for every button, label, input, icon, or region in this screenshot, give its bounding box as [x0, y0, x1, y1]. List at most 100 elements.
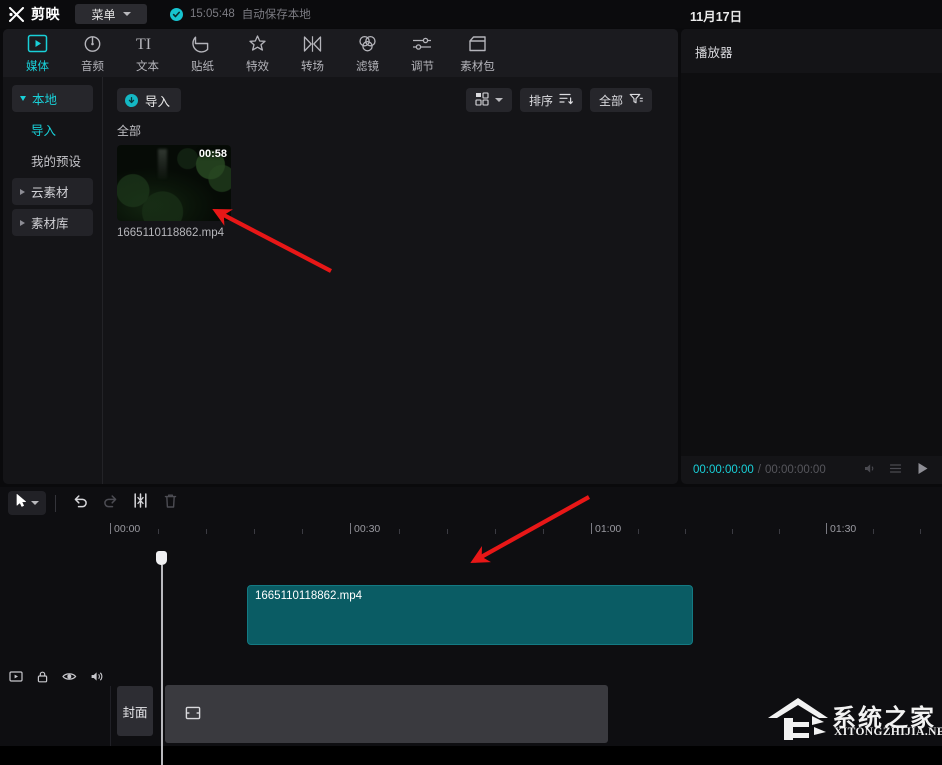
media-filename: 1665110118862.mp4: [117, 227, 225, 239]
thumbnail-highlight: [158, 149, 168, 179]
sidebar-item-import-label: 导入: [31, 124, 57, 138]
sidebar-item-my-presets-label: 我的预设: [31, 155, 82, 169]
tab-material-pack-label: 素材包: [460, 60, 495, 73]
filter-button-label: 全部: [598, 93, 623, 108]
view-mode-button[interactable]: [465, 88, 512, 112]
chevron-down-icon: [20, 96, 26, 101]
chevron-down-icon: [122, 12, 131, 16]
adjust-icon: [411, 33, 434, 55]
player-buttons: [863, 461, 930, 479]
tab-effects[interactable]: 特效: [230, 30, 285, 76]
svg-text:TI: TI: [136, 36, 151, 53]
media-card[interactable]: 00:58 1665110118862.mp4: [117, 145, 231, 239]
chevron-down-icon: [494, 98, 503, 102]
menu-button-label: 菜单: [91, 7, 116, 22]
redo-button[interactable]: [95, 490, 125, 516]
filter-button[interactable]: 全部: [589, 88, 652, 112]
select-tool-button[interactable]: [8, 491, 46, 515]
sidebar-item-import[interactable]: 导入: [12, 116, 93, 143]
tab-material-pack[interactable]: 素材包: [450, 30, 505, 76]
tab-filter[interactable]: 滤镜: [340, 30, 395, 76]
tab-effects-label: 特效: [246, 60, 269, 73]
import-button[interactable]: 导入: [117, 88, 182, 112]
date-label: 11月17日: [690, 10, 743, 24]
undo-button[interactable]: [65, 490, 95, 516]
ruler-label-0: 00:00: [114, 523, 141, 535]
media-grid: 00:58 1665110118862.mp4: [117, 145, 231, 239]
menu-button[interactable]: 菜单: [75, 4, 147, 24]
cover-button[interactable]: 封面: [117, 686, 153, 736]
sort-icon: [559, 92, 573, 108]
watermark: 系统之家 XITONGZHIJIA.NET: [762, 694, 942, 744]
title-bar: 剪映 菜单 15:05:48 自动保存本地: [0, 0, 942, 28]
delete-button[interactable]: [155, 490, 185, 516]
volume-icon[interactable]: [863, 462, 876, 478]
media-icon: [27, 33, 48, 55]
jianying-logo-icon: [8, 6, 25, 22]
timeline-video-lane[interactable]: 1665110118862.mp4: [110, 545, 942, 686]
media-panel: 媒体 音频 TI 文本 贴纸 特效 转场 滤镜 调节 素材包 本地 导入 我的预…: [3, 29, 678, 484]
autosave-time: 15:05:48: [190, 8, 235, 20]
media-thumbnail[interactable]: 00:58: [117, 145, 231, 221]
autosave-label: 自动保存本地: [241, 9, 311, 21]
player-canvas[interactable]: [681, 73, 942, 456]
sticker-icon: [192, 33, 213, 55]
play-icon[interactable]: [915, 461, 930, 479]
eye-icon[interactable]: [62, 670, 77, 688]
track-header: [0, 519, 111, 746]
timeline-ruler[interactable]: 00:00 00:30 01:00 01:30: [110, 519, 942, 546]
player-current-time: 00:00:00:00: [693, 464, 754, 476]
check-circle-icon: [170, 7, 183, 21]
trash-icon: [163, 493, 178, 514]
split-icon: [133, 492, 148, 514]
sort-button[interactable]: 排序: [519, 88, 582, 112]
tab-sticker[interactable]: 贴纸: [175, 30, 230, 76]
tab-text[interactable]: TI 文本: [120, 30, 175, 76]
speaker-icon[interactable]: [90, 670, 104, 688]
frame-icon[interactable]: [185, 705, 201, 726]
material-pack-icon: [467, 33, 488, 55]
grid-view-icon: [475, 91, 489, 109]
tab-adjust[interactable]: 调节: [395, 30, 450, 76]
sidebar-item-cloud-material-label: 云素材: [31, 186, 69, 200]
tab-filter-label: 滤镜: [356, 60, 379, 73]
sidebar-item-local[interactable]: 本地: [12, 85, 93, 112]
undo-icon: [72, 493, 89, 514]
ruler-label-3: 01:30: [830, 523, 857, 535]
player-total-time: 00:00:00:00: [764, 464, 826, 476]
video-icon[interactable]: [9, 670, 23, 688]
redo-icon: [102, 493, 119, 514]
app-brand: 剪映: [8, 4, 60, 24]
timeline-clip-label: 1665110118862.mp4: [255, 590, 363, 602]
tab-audio[interactable]: 音频: [65, 30, 120, 76]
tab-media-label: 媒体: [26, 60, 49, 73]
media-sidebar: 本地 导入 我的预设 云素材 素材库: [3, 77, 103, 484]
browser-view-controls: 排序 全部: [465, 88, 652, 112]
ruler-major-tick: [591, 523, 592, 534]
cursor-icon: [15, 493, 28, 513]
sidebar-item-local-label: 本地: [32, 93, 58, 107]
sidebar-item-material-library-label: 素材库: [31, 217, 69, 231]
player-controls: 00:00:00:00 / 00:00:00:00: [681, 456, 942, 484]
player-panel: 播放器 00:00:00:00 / 00:00:00:00: [681, 29, 942, 484]
app-name: 剪映: [31, 6, 60, 22]
chevron-right-icon: [20, 219, 25, 226]
cover-track[interactable]: [165, 685, 608, 743]
list-icon[interactable]: [889, 462, 902, 478]
ruler-major-tick: [350, 523, 351, 534]
funnel-filter-icon: [629, 92, 643, 108]
tab-media[interactable]: 媒体: [10, 30, 65, 76]
sidebar-item-my-presets[interactable]: 我的预设: [12, 147, 93, 174]
sidebar-item-cloud-material[interactable]: 云素材: [12, 178, 93, 205]
sidebar-item-material-library[interactable]: 素材库: [12, 209, 93, 236]
lock-icon[interactable]: [36, 670, 49, 688]
tab-sticker-label: 贴纸: [191, 60, 214, 73]
tab-transition[interactable]: 转场: [285, 30, 340, 76]
jianying-window: 剪映 菜单 15:05:48 自动保存本地 11月17日 媒体 音频 TI 文本…: [0, 0, 942, 765]
tab-transition-label: 转场: [301, 60, 324, 73]
player-title: 播放器: [681, 29, 942, 73]
split-button[interactable]: [125, 490, 155, 516]
timeline-clip[interactable]: 1665110118862.mp4: [247, 585, 693, 645]
autosave-status: 15:05:48 自动保存本地: [170, 6, 311, 22]
cover-button-label: 封面: [122, 705, 148, 720]
